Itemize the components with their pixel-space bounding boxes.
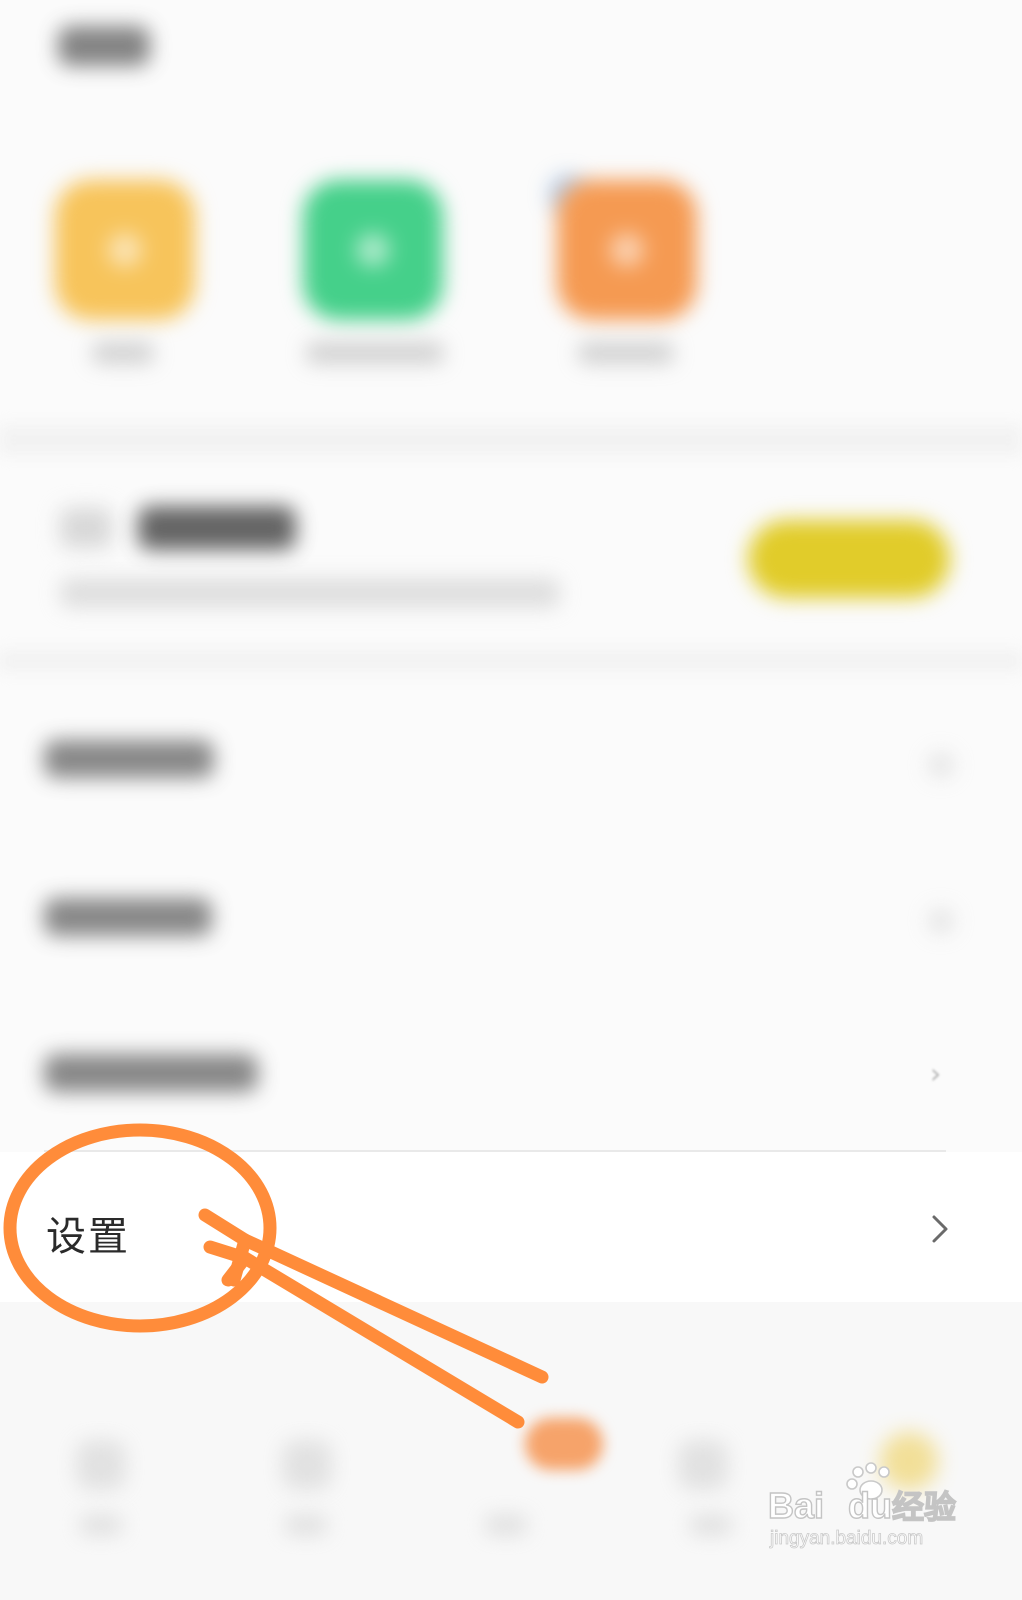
settings-row[interactable]: 设置: [0, 1152, 1022, 1302]
promo-title: [138, 506, 296, 550]
promo-action-button[interactable]: [748, 520, 950, 598]
app-tile-1-icon: [108, 233, 142, 267]
settings-label: 设置: [46, 1214, 130, 1260]
menu-item-3-chevron-icon: ›: [930, 1057, 942, 1090]
menu-item-1-chevron-icon: [928, 752, 954, 778]
app-tile-2-icon: [356, 233, 390, 267]
promo-icon: [60, 508, 112, 548]
app-tile-3[interactable]: [557, 180, 697, 320]
bottom-nav-item-2-label: [285, 1515, 327, 1535]
app-tile-2-label: [306, 342, 444, 364]
bottom-nav-item-4-icon[interactable]: [678, 1440, 728, 1490]
watermark-url: jingyan.baidu.com: [769, 1528, 923, 1549]
watermark-brand-left: Bai: [768, 1485, 824, 1526]
watermark-product: 经验: [892, 1488, 956, 1526]
section-divider-2: [0, 650, 1022, 672]
menu-item-2-label[interactable]: [44, 898, 212, 936]
bottom-nav-center-icon[interactable]: [525, 1418, 603, 1470]
bottom-nav-item-2-icon[interactable]: [282, 1440, 332, 1490]
app-tile-3-label: [578, 342, 674, 364]
app-tile-1-label: [92, 342, 154, 364]
promo-subtitle: [60, 578, 560, 608]
bottom-nav-item-4-label: [690, 1515, 732, 1535]
menu-item-2-chevron-icon: [928, 908, 954, 934]
watermark-brand-right: du: [848, 1485, 892, 1526]
app-tile-3-icon: [610, 233, 644, 267]
app-tile-1[interactable]: [55, 180, 195, 320]
section-divider: [0, 425, 1022, 455]
bottom-nav-item-1-label: [80, 1515, 122, 1535]
menu-item-3-label[interactable]: [44, 1054, 258, 1092]
baidu-watermark-logo: Bai du 经验 jingyan.baidu.com: [768, 1462, 957, 1549]
bottom-nav-item-3-label: [485, 1515, 527, 1535]
menu-item-1-label[interactable]: [44, 740, 214, 778]
chevron-right-icon: [932, 1215, 948, 1243]
app-tile-2[interactable]: [303, 180, 443, 320]
bottom-nav-item-1-icon[interactable]: [76, 1440, 126, 1490]
page-title-blurred: [58, 26, 150, 66]
